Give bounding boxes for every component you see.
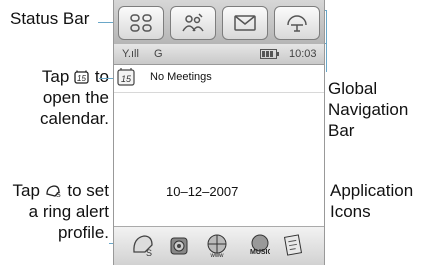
messages-button[interactable] [222, 6, 268, 40]
signal-strength: Y.ıll [122, 48, 139, 60]
global-navigation-bar [114, 0, 324, 44]
svg-text:15: 15 [77, 74, 86, 83]
calendar-row[interactable]: 15 No Meetings [114, 64, 324, 93]
status-bar: Y.ıll G 10:03 [114, 44, 324, 65]
main-menu-button[interactable] [118, 6, 164, 40]
meetings-text: No Meetings [150, 71, 212, 83]
clock: 10:03 [289, 48, 317, 60]
calendar-hint: Tap 15 to open the calendar. [40, 67, 109, 128]
svg-text:www: www [210, 253, 225, 258]
contacts-icon [182, 13, 204, 32]
browser-icon [287, 15, 307, 32]
message-icon [234, 15, 256, 31]
global-nav-label: Global Navigation Bar [328, 79, 409, 140]
calendar-icon[interactable]: 15 [116, 67, 138, 92]
browser-button[interactable] [274, 6, 320, 40]
phone-screen: Y.ıll G 10:03 15 No Meetings 10–12–2007 … [113, 0, 325, 265]
music-icon[interactable]: MUSIC [240, 232, 273, 258]
global-nav-leader [326, 26, 327, 72]
battery-icon [260, 49, 280, 62]
status-bar-leader [98, 22, 114, 23]
svg-text:15: 15 [121, 74, 132, 84]
ring-alert-icon: S [45, 182, 63, 199]
svg-text:S: S [56, 192, 61, 198]
notes-icon[interactable] [280, 232, 306, 258]
network-type: G [154, 48, 163, 60]
www-icon[interactable]: www [204, 232, 230, 259]
camera-icon[interactable] [166, 232, 192, 258]
calendar-leader [99, 78, 113, 79]
date-display: 10–12–2007 [166, 184, 239, 199]
menu-icon [130, 14, 152, 32]
ring-alert-icon[interactable]: S [130, 232, 156, 258]
app-icons-label: Application Icons [330, 181, 414, 221]
application-icons-bar: S www MUSIC [114, 226, 324, 265]
status-bar-label: Status Bar [10, 9, 90, 28]
svg-text:MUSIC: MUSIC [250, 249, 270, 256]
calendar-icon: 15 [74, 68, 90, 84]
svg-text:S: S [146, 248, 152, 258]
ring-alert-hint: Tap S to set a ring alert profile. [12, 181, 109, 242]
contacts-button[interactable] [170, 6, 216, 40]
